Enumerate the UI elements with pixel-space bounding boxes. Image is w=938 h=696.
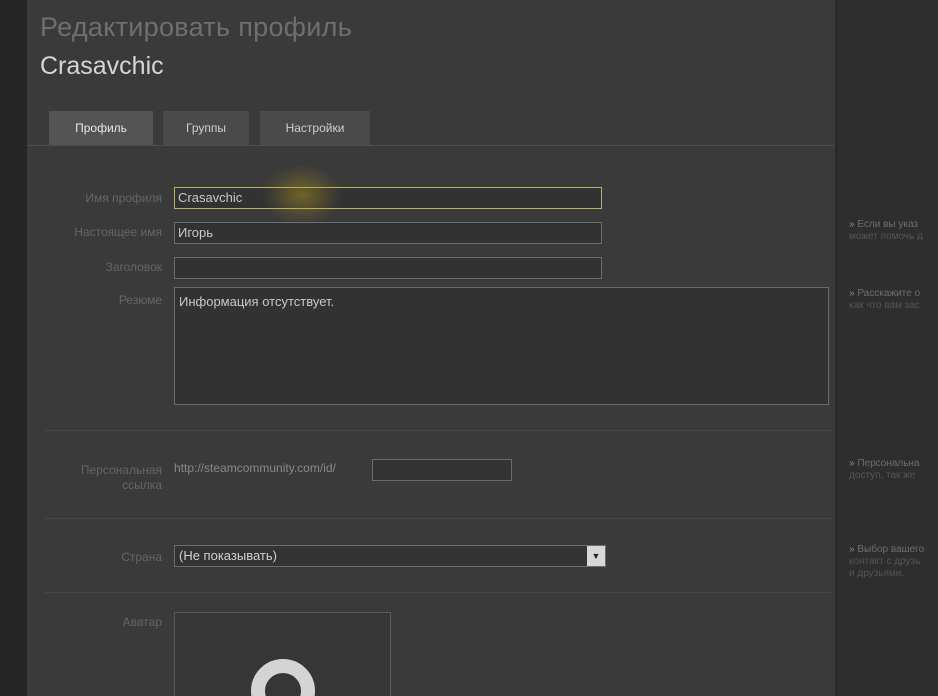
hint-subtext: контакт с друзь [849, 556, 921, 567]
hint-country: » Выбор вашего контакт с друзь и друзьям… [849, 544, 938, 580]
chevron-down-icon[interactable]: ▼ [587, 546, 605, 566]
tab-groups[interactable]: Группы [163, 111, 249, 145]
profile-name-input[interactable]: Crasavchic [174, 187, 602, 209]
section-divider [45, 518, 831, 519]
tab-profile[interactable]: Профиль [49, 111, 153, 145]
hint-custom-url: » Персональна доступ, так же [849, 458, 938, 482]
real-name-label: Настоящее имя [74, 225, 162, 239]
bullet-icon: » [849, 544, 855, 555]
profile-name-label: Имя профиля [85, 191, 162, 205]
bullet-icon: » [849, 288, 855, 299]
hint-summary: » Расскажите о как что вам зас [849, 288, 938, 312]
hint-text: Расскажите о [857, 288, 921, 299]
section-divider [45, 592, 831, 593]
section-divider [45, 430, 831, 431]
country-label: Страна [121, 550, 162, 564]
hint-subtext: может помочь д [849, 231, 923, 242]
custom-url-input[interactable] [372, 459, 512, 481]
headline-input[interactable] [174, 257, 602, 279]
hint-text: Если вы указ [857, 219, 919, 230]
custom-url-label: Персональная ссылка [44, 463, 162, 493]
custom-url-label-line1: Персональная [80, 463, 162, 477]
country-selected-value: (Не показывать) [179, 548, 277, 563]
tab-settings[interactable]: Настройки [260, 111, 370, 145]
bullet-icon: » [849, 219, 855, 230]
country-select[interactable]: (Не показывать) ▼ [174, 545, 606, 567]
avatar-preview[interactable] [174, 612, 391, 696]
sidebar-divider [835, 0, 838, 696]
hint-subtext: как что вам зас [849, 300, 920, 311]
bullet-icon: » [849, 458, 855, 469]
page: Редактировать профиль Crasavchic Профиль… [0, 0, 938, 696]
tab-divider [27, 145, 835, 146]
custom-url-label-line2: ссылка [122, 478, 162, 492]
summary-textarea[interactable]: Информация отсутствует. [174, 287, 829, 405]
hint-subtext: доступ, так же [849, 470, 916, 481]
avatar-placeholder-icon [251, 659, 315, 696]
headline-label: Заголовок [105, 260, 162, 274]
left-margin [0, 0, 27, 696]
hint-text: Выбор вашего [857, 544, 925, 555]
page-title: Редактировать профиль [40, 12, 353, 42]
help-sidebar [835, 0, 938, 696]
hint-subtext: и друзьями. [849, 568, 905, 579]
profile-username: Crasavchic [40, 52, 164, 80]
real-name-input[interactable]: Игорь [174, 222, 602, 244]
custom-url-prefix: http://steamcommunity.com/id/ [174, 461, 336, 475]
summary-label: Резюме [118, 293, 162, 307]
hint-profile-name: » Если вы указ может помочь д [849, 219, 938, 243]
hint-text: Персональна [857, 458, 920, 469]
avatar-label: Аватар [122, 615, 162, 629]
